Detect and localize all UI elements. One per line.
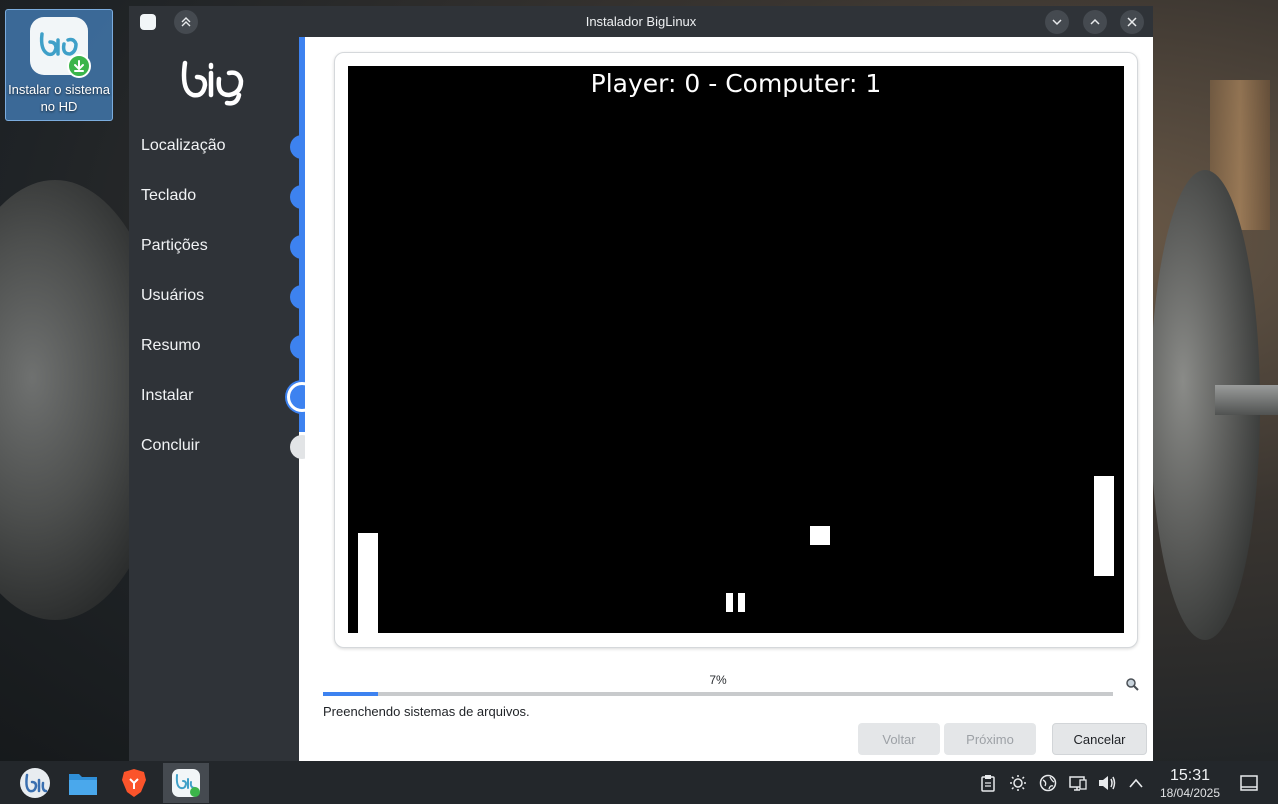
progress-fill [323, 692, 379, 696]
chevron-up-icon[interactable] [1126, 773, 1146, 793]
folder-icon [69, 774, 97, 795]
step-instalar: Instalar [141, 387, 194, 404]
game-ball [810, 526, 830, 545]
steps-sidebar: Localização Teclado Partições Usuários R… [129, 37, 299, 761]
taskbar: 15:31 18/04/2025 [0, 761, 1278, 804]
pause-icon[interactable] [738, 593, 745, 612]
file-manager-button[interactable] [60, 763, 106, 803]
progress-percent: 7% [709, 673, 727, 687]
step-concluir: Concluir [141, 437, 200, 454]
step-resumo: Resumo [141, 337, 201, 354]
network-globe-icon[interactable] [1038, 773, 1058, 793]
big-logo [181, 60, 244, 106]
pause-icon[interactable] [726, 593, 733, 612]
computer-paddle [1094, 476, 1114, 576]
step-usuarios: Usuários [141, 287, 205, 304]
brightness-icon[interactable] [1008, 773, 1028, 793]
player-paddle [358, 533, 378, 633]
installer-window: Instalador BigLinux Localização Teclado … [129, 6, 1153, 761]
desktop-icon-install[interactable]: Instalar o sistema no HD [5, 9, 113, 121]
brave-icon [122, 769, 146, 797]
back-button[interactable]: Voltar [858, 723, 940, 755]
game-score: Player: 0 - Computer: 1 [590, 69, 882, 98]
window-title: Instalador BigLinux [585, 14, 697, 29]
minimize-button[interactable] [1045, 10, 1069, 34]
display-icon[interactable] [1068, 773, 1088, 793]
installer-task-button[interactable] [163, 763, 209, 803]
chevron-down-icon [1052, 19, 1062, 26]
log-search-icon[interactable] [1125, 677, 1139, 691]
background-barbell [1215, 385, 1278, 415]
progress-status: Preenchendo sistemas de arquivos. [323, 704, 530, 719]
close-button[interactable] [1120, 10, 1144, 34]
step-teclado: Teclado [141, 187, 197, 204]
next-button[interactable]: Próximo [944, 723, 1036, 755]
show-desktop-icon[interactable] [1239, 773, 1259, 793]
install-content: Player: 0 - Computer: 1 7% Preenchendo s… [305, 37, 1153, 761]
cancel-button[interactable]: Cancelar [1052, 723, 1147, 755]
titlebar: Instalador BigLinux [129, 6, 1153, 37]
progress-bar [323, 692, 1113, 696]
maximize-button[interactable] [1083, 10, 1107, 34]
start-menu-button[interactable] [12, 763, 58, 803]
clock-date[interactable]: 18/04/2025 [1150, 786, 1230, 800]
chevron-up-icon [1090, 18, 1100, 25]
volume-icon[interactable] [1097, 773, 1117, 793]
brave-browser-button[interactable] [111, 763, 157, 803]
big-installer-icon [30, 17, 91, 78]
clipboard-icon[interactable] [978, 773, 998, 793]
big-menu-icon [20, 768, 50, 798]
step-localizacao: Localização [141, 137, 226, 154]
pong-game[interactable]: Player: 0 - Computer: 1 [348, 66, 1124, 633]
step-particoes: Partições [141, 237, 208, 254]
big-installer-icon [172, 769, 200, 797]
clock-time[interactable]: 15:31 [1150, 767, 1230, 785]
game-frame: Player: 0 - Computer: 1 [334, 52, 1138, 648]
close-icon [1127, 17, 1137, 27]
desktop-icon-label: Instalar o sistema no HD [8, 82, 110, 114]
